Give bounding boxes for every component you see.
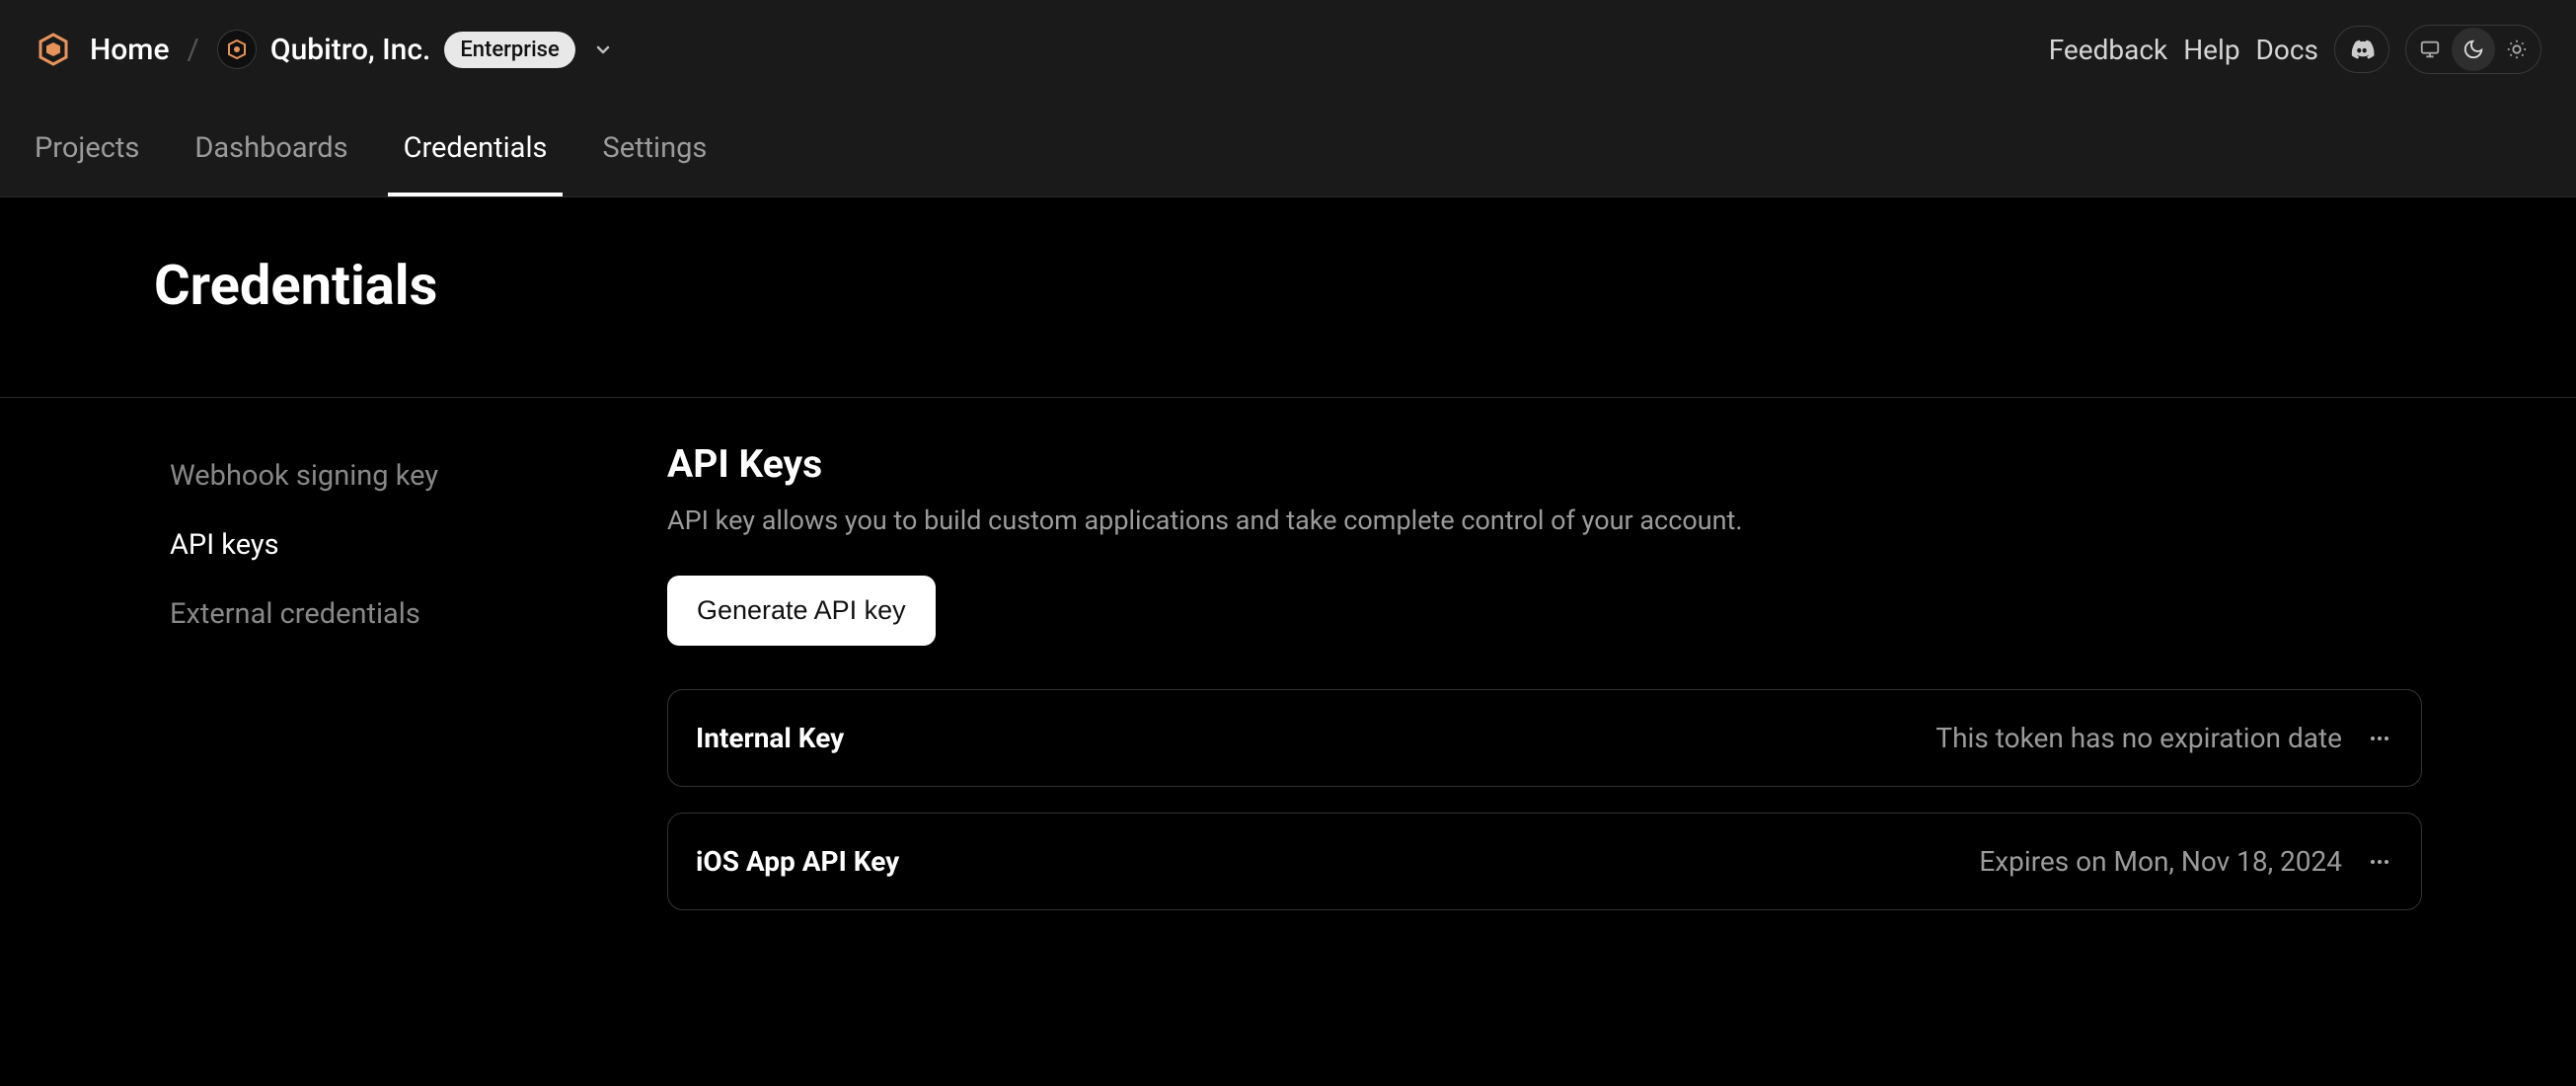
help-link[interactable]: Help	[2183, 34, 2239, 66]
org-avatar-icon	[217, 30, 257, 69]
page-title: Credentials	[154, 253, 2422, 318]
main-nav: Projects Dashboards Credentials Settings	[0, 99, 2576, 197]
app-logo-icon[interactable]	[35, 31, 72, 68]
more-icon[interactable]	[2366, 850, 2393, 874]
theme-system-icon[interactable]	[2408, 28, 2452, 71]
api-key-status: Expires on Mon, Nov 18, 2024	[1979, 845, 2342, 878]
sidebar-item-webhook[interactable]: Webhook signing key	[154, 441, 568, 510]
docs-link[interactable]: Docs	[2256, 34, 2318, 66]
breadcrumb: Home / Qubitro, Inc. Enterprise	[35, 30, 617, 69]
feedback-link[interactable]: Feedback	[2049, 34, 2167, 66]
tab-credentials[interactable]: Credentials	[404, 99, 548, 196]
home-link[interactable]: Home	[90, 33, 170, 67]
content-area: Webhook signing key API keys External cr…	[0, 398, 2576, 979]
app-header: Home / Qubitro, Inc. Enterprise Feedback…	[0, 0, 2576, 99]
plan-badge: Enterprise	[444, 32, 574, 68]
tab-dashboards[interactable]: Dashboards	[194, 99, 347, 196]
api-key-meta: This token has no expiration date	[1935, 722, 2393, 754]
api-key-name: Internal Key	[696, 722, 844, 754]
api-key-row: iOS App API Key Expires on Mon, Nov 18, …	[667, 813, 2422, 910]
main-panel: API Keys API key allows you to build cus…	[667, 441, 2422, 936]
tab-settings[interactable]: Settings	[602, 99, 707, 196]
header-actions: Feedback Help Docs	[2049, 25, 2541, 74]
org-name: Qubitro, Inc.	[270, 33, 430, 67]
page-hero: Credentials	[0, 197, 2576, 398]
api-key-row: Internal Key This token has no expiratio…	[667, 689, 2422, 787]
api-key-status: This token has no expiration date	[1935, 722, 2342, 754]
tab-projects[interactable]: Projects	[35, 99, 139, 196]
breadcrumb-separator: /	[188, 33, 199, 67]
org-selector[interactable]: Qubitro, Inc. Enterprise	[217, 30, 617, 69]
discord-icon[interactable]	[2334, 26, 2389, 73]
section-title: API Keys	[667, 441, 2422, 487]
theme-light-icon[interactable]	[2495, 28, 2538, 71]
credentials-sidebar: Webhook signing key API keys External cr…	[154, 441, 568, 936]
api-key-meta: Expires on Mon, Nov 18, 2024	[1979, 845, 2393, 878]
api-key-name: iOS App API Key	[696, 845, 899, 878]
theme-dark-icon[interactable]	[2452, 28, 2495, 71]
more-icon[interactable]	[2366, 727, 2393, 750]
section-subtitle: API key allows you to build custom appli…	[667, 504, 2422, 536]
chevron-down-icon[interactable]	[589, 36, 617, 63]
generate-api-key-button[interactable]: Generate API key	[667, 576, 936, 646]
sidebar-item-external[interactable]: External credentials	[154, 580, 568, 649]
theme-switcher	[2405, 25, 2541, 74]
sidebar-item-api-keys[interactable]: API keys	[154, 510, 568, 580]
